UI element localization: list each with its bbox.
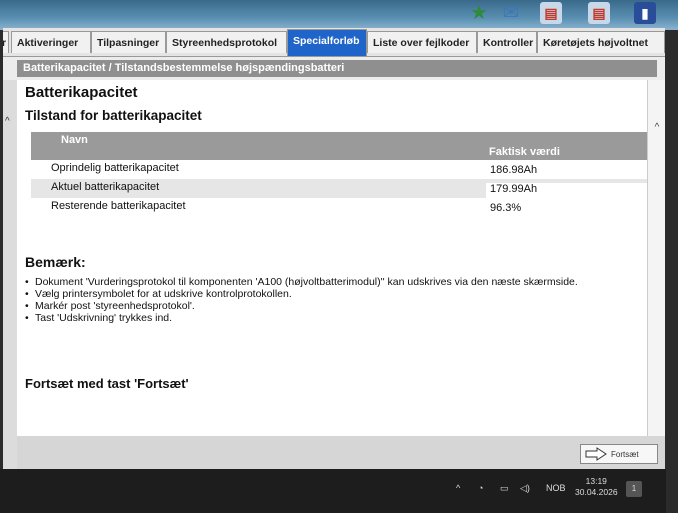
row-name: Resterende batterikapacitet: [51, 200, 186, 212]
table-row: Oprindelig batterikapacitet 186.98Ah: [31, 160, 647, 181]
column-header-name: Navn: [61, 134, 88, 146]
tab-bar: r Aktiveringer Tilpasninger Styreenhedsp…: [3, 28, 665, 57]
language-indicator[interactable]: NOB: [546, 483, 566, 493]
scroll-up-icon[interactable]: ^: [648, 120, 665, 136]
star-icon[interactable]: ★: [468, 2, 490, 24]
network-icon[interactable]: ◔: [478, 483, 483, 493]
continue-button[interactable]: Fortsæt: [580, 444, 658, 464]
chat-icon[interactable]: ✉: [500, 2, 522, 24]
table-row: Resterende batterikapacitet 96.3%: [31, 198, 647, 219]
column-header-value: Faktisk værdi: [489, 146, 560, 158]
row-name: Aktuel batterikapacitet: [51, 181, 160, 193]
book-icon[interactable]: ▮: [634, 2, 656, 24]
continue-button-label: Fortsæt: [611, 450, 639, 459]
notification-count: 1: [631, 484, 637, 493]
battery-icon[interactable]: ▭: [500, 483, 509, 494]
battery-table: Navn Faktisk værdi Oprindelig batterikap…: [31, 132, 647, 219]
tab-kontroller[interactable]: Kontroller: [477, 31, 537, 53]
document-icon[interactable]: ▤: [540, 2, 562, 24]
remark-title: Bemærk:: [25, 254, 86, 270]
application-window: r Aktiveringer Tilpasninger Styreenhedsp…: [3, 28, 665, 469]
tab-specialforlob[interactable]: Specialforløb: [287, 29, 367, 56]
speaker-icon[interactable]: ◁): [520, 483, 530, 494]
windows-taskbar: ^ ◔ ▭ ◁) NOB 13:19 30.04.2026 1: [0, 469, 666, 513]
tab-koretojets-hojvoltnet[interactable]: Køretøjets højvoltnet: [537, 31, 665, 53]
list-item: Vælg printersymbolet for at udskrive kon…: [25, 288, 625, 300]
tab-left-overflow[interactable]: r: [3, 31, 9, 53]
tab-aktiveringer[interactable]: Aktiveringer: [11, 31, 91, 53]
section-title: Tilstand for batterikapacitet: [25, 108, 202, 123]
top-toolbar-icons: ★ ✉ ▤ ▤ ▮: [0, 0, 678, 30]
left-panel-strip: ^ ⌄: [3, 80, 17, 469]
clock[interactable]: 13:19 30.04.2026: [575, 476, 618, 498]
tab-liste-over-fejlkoder[interactable]: Liste over fejlkoder: [367, 31, 477, 53]
main-content: Batterikapacitet Tilstand for batterikap…: [17, 80, 647, 436]
tab-tilpasninger[interactable]: Tilpasninger: [91, 31, 166, 53]
notification-icon[interactable]: 1: [626, 481, 642, 497]
continue-instruction: Fortsæt med tast 'Fortsæt': [25, 376, 189, 391]
breadcrumb: Batterikapacitet / Tilstandsbestemmelse …: [17, 60, 657, 77]
chevron-up-icon[interactable]: ^: [456, 483, 460, 493]
tab-styreenhedsprotokol[interactable]: Styreenhedsprotokol: [166, 31, 287, 53]
row-value: 96.3%: [486, 202, 647, 219]
row-name: Oprindelig batterikapacitet: [51, 162, 179, 174]
table-header: Navn Faktisk værdi: [31, 132, 647, 160]
clock-time: 13:19: [585, 476, 607, 486]
list-item: Markér post 'styreenhedsprotokol'.: [25, 300, 625, 312]
vertical-scrollbar[interactable]: ^ ⌄: [647, 80, 665, 461]
page-title: Batterikapacitet: [25, 84, 138, 101]
remark-list: Dokument 'Vurderingsprotokol til kompone…: [25, 276, 625, 324]
chevron-up-icon[interactable]: ^: [5, 116, 10, 127]
bottom-action-bar: Fortsæt: [17, 436, 665, 469]
list-item: Tast 'Udskrivning' trykkes ind.: [25, 312, 625, 324]
print-document-icon[interactable]: ▤: [588, 2, 610, 24]
list-item: Dokument 'Vurderingsprotokol til kompone…: [25, 276, 625, 288]
table-row: Aktuel batterikapacitet 179.99Ah: [31, 179, 647, 200]
arrow-right-icon: [585, 447, 607, 461]
clock-date: 30.04.2026: [575, 487, 618, 497]
